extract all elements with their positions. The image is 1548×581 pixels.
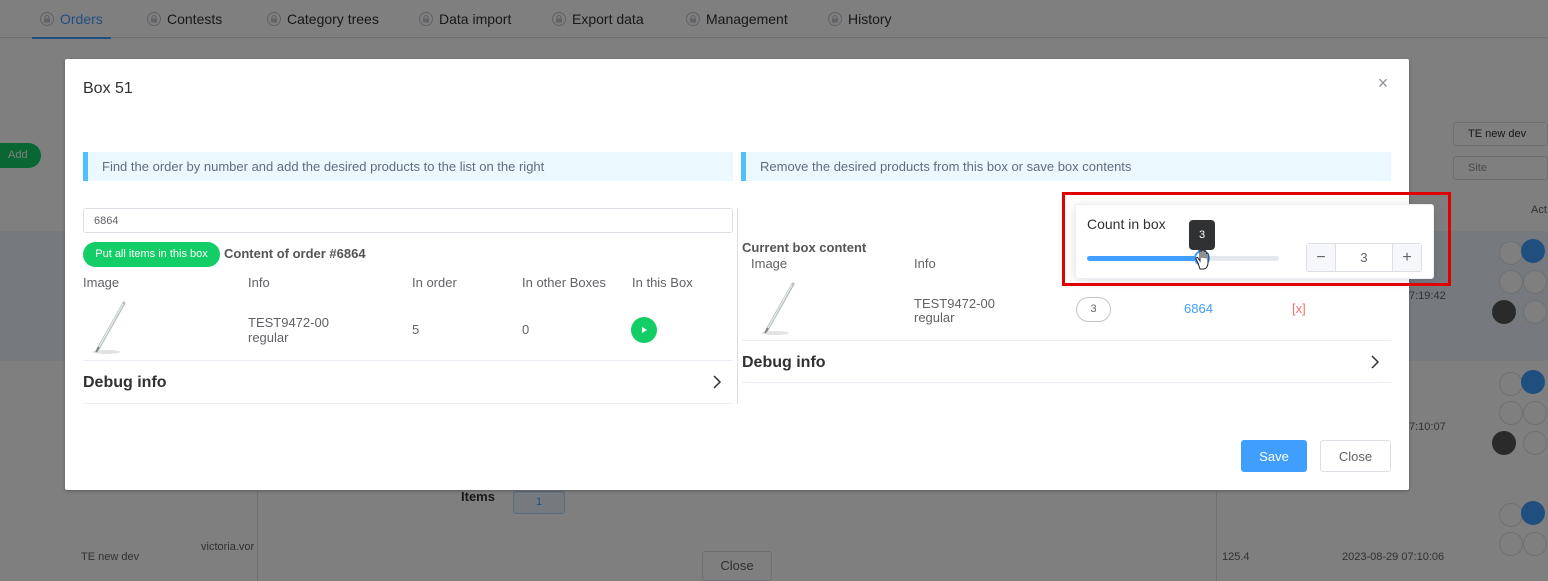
close-icon[interactable]: ×: [1375, 74, 1391, 92]
product-image: [761, 282, 795, 335]
col-header-info: Info: [248, 275, 270, 290]
in-order-count: 5: [412, 322, 420, 337]
close-button[interactable]: Close: [1320, 440, 1391, 472]
count-in-box-button[interactable]: 3: [1076, 297, 1111, 322]
dialog-title: Box 51: [83, 80, 133, 97]
col-header-in-order: In order: [412, 275, 457, 290]
order-number-link[interactable]: 6864: [1184, 301, 1213, 316]
section-divider: [742, 382, 1391, 383]
debug-info-right[interactable]: Debug info: [742, 354, 826, 372]
product-sku: TEST9472-00: [914, 296, 995, 311]
debug-info-left[interactable]: Debug info: [83, 374, 167, 392]
product-variant: regular: [914, 310, 955, 325]
col-header-image: Image: [83, 275, 120, 290]
left-hint: Find the order by number and add the des…: [83, 152, 733, 181]
row-divider: [742, 340, 1391, 341]
save-button[interactable]: Save: [1241, 440, 1307, 472]
current-box-title: Current box content: [742, 240, 867, 255]
play-icon: [642, 327, 647, 333]
chevron-right-icon[interactable]: [1369, 354, 1381, 370]
remove-item-link[interactable]: [x]: [1292, 301, 1306, 316]
col-header-image: Image: [751, 256, 788, 271]
right-hint: Remove the desired products from this bo…: [741, 152, 1391, 181]
product-sku: TEST9472-00: [248, 315, 329, 330]
order-content-title: Content of order #6864: [224, 246, 366, 261]
row-divider: [83, 360, 733, 361]
col-header-info: Info: [914, 256, 936, 271]
column-divider: [737, 208, 738, 404]
chevron-right-icon[interactable]: [711, 374, 723, 390]
order-number-input[interactable]: [83, 208, 733, 233]
col-header-in-other-boxes: In other Boxes: [522, 275, 606, 290]
put-all-items-button[interactable]: Put all items in this box: [83, 242, 220, 267]
add-to-box-button[interactable]: [631, 317, 657, 343]
product-variant: regular: [248, 330, 289, 345]
product-image: [92, 301, 126, 354]
in-other-boxes-count: 0: [522, 322, 530, 337]
highlight-annotation: [1062, 192, 1451, 286]
col-header-in-this-box: In this Box: [632, 275, 693, 290]
section-divider: [83, 403, 733, 404]
